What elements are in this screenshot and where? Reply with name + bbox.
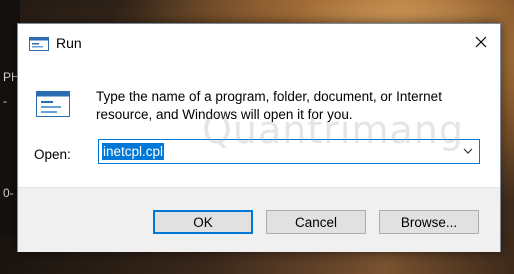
desktop-label-3: 0-: [3, 186, 14, 200]
close-button[interactable]: [468, 32, 494, 56]
dialog-footer: OK Cancel Browse...: [18, 187, 500, 252]
dialog-title: Run: [56, 35, 82, 51]
ok-button[interactable]: OK: [153, 210, 253, 234]
desktop-label-2: -: [3, 94, 7, 108]
dialog-description: Type the name of a program, folder, docu…: [96, 89, 442, 122]
run-icon: [29, 37, 49, 51]
run-dialog: Run Type the name of a program, folder, …: [17, 23, 501, 252]
title-bar[interactable]: Run: [18, 24, 500, 63]
cancel-button[interactable]: Cancel: [266, 210, 366, 234]
open-label: Open:: [34, 147, 71, 162]
open-input-value[interactable]: inetcpl.cpl: [102, 143, 165, 160]
dialog-body: Type the name of a program, folder, docu…: [18, 63, 500, 252]
browse-button[interactable]: Browse...: [379, 210, 479, 234]
open-combobox[interactable]: inetcpl.cpl: [98, 139, 480, 164]
run-icon: [36, 91, 70, 117]
close-icon: [475, 35, 487, 53]
chevron-down-icon[interactable]: [461, 144, 475, 158]
